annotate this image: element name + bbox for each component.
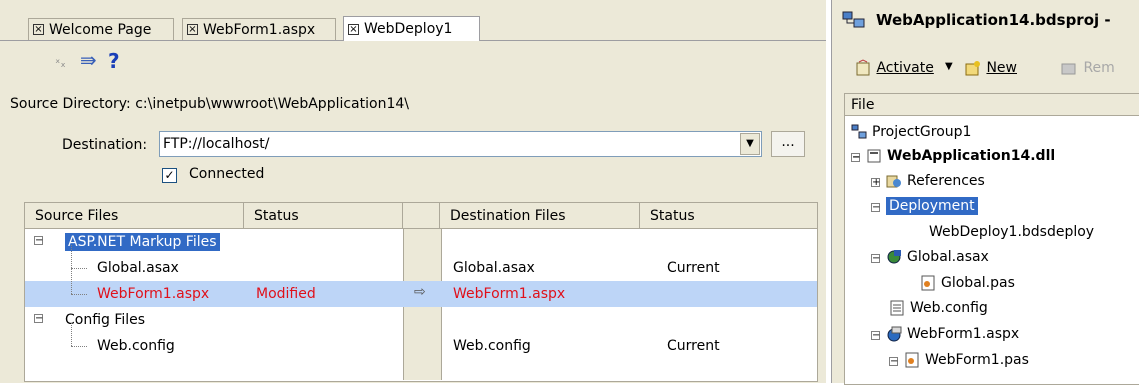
tree-item-webform-pas[interactable]: − WebForm1.pas bbox=[889, 352, 1029, 368]
close-icon[interactable]: × bbox=[33, 24, 44, 35]
destination-status: Current bbox=[667, 338, 720, 354]
expand-icon[interactable]: + bbox=[871, 178, 880, 188]
config-file-icon bbox=[889, 300, 905, 316]
project-manager-toolbar: Activate ▼ New Rem bbox=[832, 52, 1139, 82]
activate-button[interactable]: Activate bbox=[854, 59, 934, 77]
source-file: WebForm1.aspx bbox=[97, 286, 210, 302]
group-label: ASP.NET Markup Files bbox=[65, 233, 220, 251]
collapse-icon[interactable]: − bbox=[34, 236, 43, 246]
clear-icon[interactable]: ˣₓ bbox=[55, 56, 66, 70]
destination-file: Global.asax bbox=[453, 260, 535, 276]
destination-file: Web.config bbox=[453, 338, 531, 354]
collapse-icon[interactable]: − bbox=[871, 254, 880, 264]
tree-item-webapplication[interactable]: − WebApplication14.dll bbox=[851, 148, 1055, 164]
activate-label: Activate bbox=[876, 60, 934, 76]
tab-label: WebDeploy1 bbox=[364, 21, 453, 37]
column-header-destination-files[interactable]: Destination Files bbox=[440, 203, 640, 229]
destination-value: FTP://localhost/ bbox=[163, 136, 270, 152]
destination-combobox[interactable]: FTP://localhost/ ▼ bbox=[159, 131, 762, 157]
column-header-status[interactable]: Status bbox=[244, 203, 403, 229]
source-file: Global.asax bbox=[97, 260, 179, 276]
collapse-icon[interactable]: − bbox=[889, 357, 898, 367]
source-directory-label: Source Directory: c:\inetpub\wwwroot\Web… bbox=[10, 96, 409, 112]
tree-item-deployment[interactable]: − Deployment bbox=[871, 197, 978, 215]
connected-label: Connected bbox=[189, 166, 265, 182]
transfer-arrow-icon: ⇨ bbox=[414, 284, 426, 300]
tree-item-web-config[interactable]: Web.config bbox=[889, 300, 988, 316]
project-group-icon bbox=[851, 124, 867, 140]
table-row[interactable]: Web.config Web.config Current bbox=[25, 333, 817, 359]
project-manager-title-bar: WebApplication14.bdsproj - bbox=[832, 0, 1139, 40]
collapse-icon[interactable]: − bbox=[851, 153, 860, 163]
destination-label: Destination: bbox=[62, 137, 148, 153]
tab-webform1[interactable]: × WebForm1.aspx bbox=[182, 18, 336, 40]
table-row[interactable]: − Config Files bbox=[25, 307, 817, 333]
new-item-icon bbox=[965, 61, 980, 76]
project-group-icon bbox=[842, 11, 865, 28]
activate-dropdown-icon[interactable]: ▼ bbox=[945, 61, 953, 72]
new-label: New bbox=[986, 60, 1017, 76]
aspx-file-icon bbox=[886, 326, 902, 342]
dll-icon bbox=[866, 148, 882, 164]
new-button[interactable]: New bbox=[962, 59, 1017, 77]
destination-status: Current bbox=[667, 260, 720, 276]
connected-checkbox[interactable]: ✓ bbox=[162, 168, 177, 183]
tree-item-webform-aspx[interactable]: − WebForm1.aspx bbox=[871, 326, 1019, 342]
column-header-source-files[interactable]: Source Files bbox=[25, 203, 244, 229]
collapse-icon[interactable]: − bbox=[34, 314, 43, 324]
source-file: Web.config bbox=[97, 338, 175, 354]
column-header-dest-status[interactable]: Status bbox=[640, 203, 817, 229]
deploy-editor-panel: × Welcome Page × WebForm1.aspx × WebDepl… bbox=[0, 0, 826, 383]
project-manager-panel: WebApplication14.bdsproj - Activate ▼ Ne… bbox=[831, 0, 1139, 385]
collapse-icon[interactable]: − bbox=[871, 331, 880, 341]
tree-item-references[interactable]: + References bbox=[871, 173, 985, 189]
pascal-file-icon bbox=[904, 352, 920, 368]
global-asax-icon bbox=[886, 249, 902, 265]
activate-icon bbox=[856, 59, 870, 76]
references-icon bbox=[886, 173, 902, 189]
table-row[interactable]: Global.asax Global.asax Current bbox=[25, 255, 817, 281]
tab-label: Welcome Page bbox=[49, 21, 152, 38]
group-label: Config Files bbox=[65, 312, 146, 328]
source-status: Modified bbox=[256, 286, 316, 302]
deploy-arrow-icon[interactable]: ⇛ bbox=[80, 48, 97, 72]
tree-item-projectgroup[interactable]: ProjectGroup1 bbox=[851, 124, 971, 140]
tree-item-global-pas[interactable]: Global.pas bbox=[920, 275, 1015, 291]
table-row[interactable]: WebForm1.aspx Modified ⇨ WebForm1.aspx bbox=[25, 281, 817, 307]
remove-label: Rem bbox=[1083, 60, 1115, 76]
close-icon[interactable]: × bbox=[348, 23, 359, 35]
column-header-spacer bbox=[403, 203, 440, 229]
document-tab-bar: × Welcome Page × WebForm1.aspx × WebDepl… bbox=[0, 0, 826, 41]
tree-item-global-asax[interactable]: − Global.asax bbox=[871, 249, 989, 265]
help-icon[interactable]: ? bbox=[108, 49, 120, 73]
chevron-down-icon[interactable]: ▼ bbox=[740, 133, 760, 155]
tree-item-webdeploy[interactable]: WebDeploy1.bdsdeploy bbox=[929, 224, 1094, 240]
remove-button[interactable]: Rem bbox=[1059, 59, 1115, 77]
column-header-file[interactable]: File bbox=[845, 94, 1139, 116]
deployment-file-grid: Source Files Status Destination Files St… bbox=[24, 202, 818, 382]
project-tree: File ProjectGroup1 − WebApplication14.dll… bbox=[844, 93, 1139, 385]
remove-icon bbox=[1061, 63, 1076, 75]
close-icon[interactable]: × bbox=[187, 24, 198, 35]
pascal-file-icon bbox=[920, 275, 936, 291]
tab-label: WebForm1.aspx bbox=[203, 21, 316, 38]
table-row[interactable]: − ASP.NET Markup Files bbox=[25, 229, 817, 255]
browse-button[interactable]: ... bbox=[771, 131, 805, 157]
project-title: WebApplication14.bdsproj - bbox=[876, 11, 1111, 29]
tab-welcome-page[interactable]: × Welcome Page bbox=[28, 18, 174, 40]
destination-file: WebForm1.aspx bbox=[453, 286, 566, 302]
tab-webdeploy1[interactable]: × WebDeploy1 bbox=[343, 16, 480, 41]
deploy-content: ˣₓ ⇛ ? Source Directory: c:\inetpub\wwwr… bbox=[0, 41, 826, 383]
collapse-icon[interactable]: − bbox=[871, 203, 880, 213]
